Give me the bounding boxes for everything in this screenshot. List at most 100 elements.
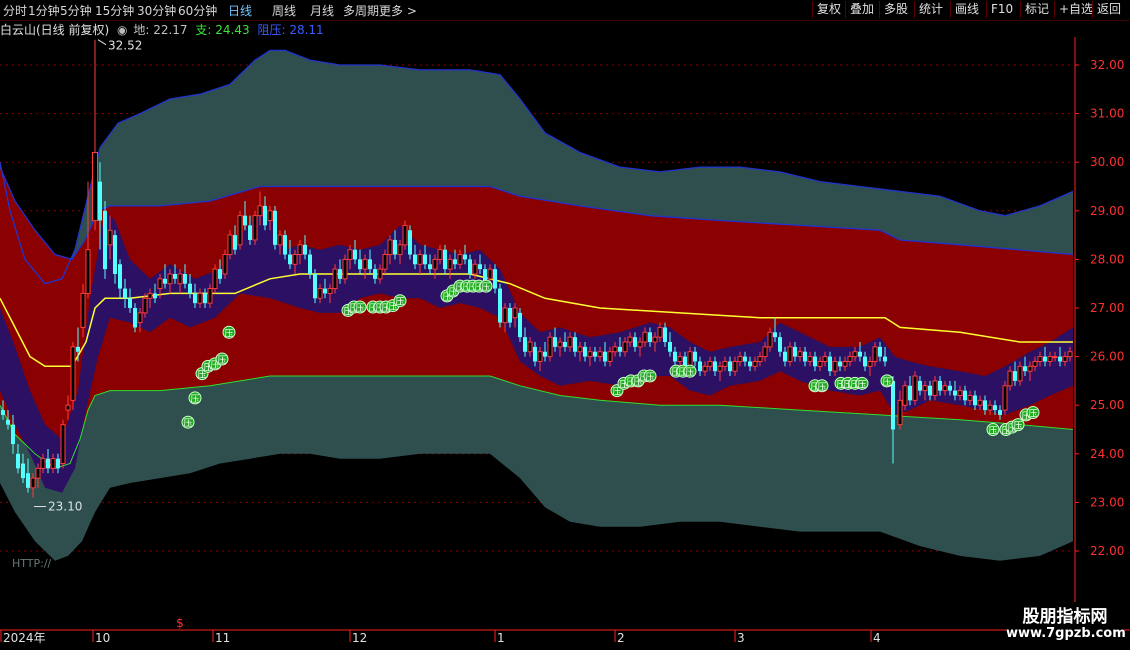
candle-body-193 (973, 395, 977, 406)
pressure-marker-label-36: 压 (857, 379, 866, 390)
pressure-marker-label-30: 压 (685, 367, 694, 378)
candle-body-88 (443, 249, 447, 270)
candle-body-84 (423, 254, 427, 265)
candle-body-41 (207, 288, 213, 304)
candle-body-71 (358, 259, 362, 270)
candle-body-146 (732, 360, 738, 372)
candle-body-37 (188, 283, 192, 294)
candle-body-59 (297, 244, 303, 256)
candle-body-47 (237, 215, 243, 246)
period-tab-7[interactable]: 周线 (272, 2, 296, 19)
period-tab-5[interactable]: 60分钟 (178, 2, 217, 19)
candle-body-53 (267, 210, 273, 222)
x-axis-label-5: 2 (617, 631, 625, 645)
candle-body-156 (783, 351, 787, 362)
y-tick-label-1: 31.00 (1090, 107, 1124, 121)
period-tab-8[interactable]: 月线 (310, 2, 334, 19)
candle-body-194 (977, 399, 983, 406)
settings-circle-icon[interactable]: ◉ (117, 23, 127, 37)
candle-body-211 (1062, 356, 1068, 362)
candle-body-13 (65, 404, 71, 411)
candle-body-18 (92, 151, 98, 222)
period-toolbar: 分时 1分钟 5分钟 15分钟 30分钟 60分钟 日线 周线 月线 多周期 更多 > 复权 叠加 多股统… (0, 0, 1130, 21)
candle-body-163 (817, 360, 823, 367)
candle-body-170 (852, 351, 858, 358)
toolbar-button-5[interactable]: F10 (986, 1, 1017, 18)
period-tab-0[interactable]: 分时 (3, 2, 27, 19)
toolbar-button-4[interactable]: 画线 (950, 1, 983, 18)
candle-body-44 (222, 254, 228, 275)
candle-body-91 (457, 254, 463, 265)
toolbar-button-6[interactable]: 标记 (1020, 1, 1053, 18)
toolbar-button-3[interactable]: 统计 (914, 1, 947, 18)
period-tab-10[interactable]: 更多 > (379, 2, 417, 19)
period-tab-6[interactable]: 日线 (228, 2, 252, 19)
candle-body-162 (813, 356, 817, 367)
kline-chart[interactable]: 32.00 31.00 30.00 29.00 28.00 27.00 26.00 25.00… (0, 37, 1130, 650)
pressure-marker-label-0: 压 (183, 418, 192, 429)
candle-body-143 (717, 365, 723, 372)
candle-body-33 (167, 273, 173, 285)
candle-body-109 (547, 336, 553, 358)
candle-body-206 (1037, 356, 1043, 362)
candle-body-74 (373, 269, 377, 279)
toolbar-button-2[interactable]: 多股 (879, 1, 912, 18)
candle-body-131 (657, 326, 663, 338)
toolbar-button-1[interactable]: 叠加 (845, 1, 878, 18)
period-tab-2[interactable]: 5分钟 (60, 2, 92, 19)
y-tick-label-10: 22.00 (1090, 544, 1124, 558)
candle-body-133 (668, 342, 672, 352)
di-value: 22.17 (153, 23, 188, 37)
candle-body-93 (468, 259, 472, 274)
toolbar-button-7[interactable]: +自选 (1054, 1, 1097, 18)
candle-body-6 (30, 477, 36, 489)
candle-body-159 (797, 351, 803, 358)
candle-body-124 (622, 341, 628, 353)
y-tick-label-7: 25.00 (1090, 398, 1124, 412)
candle-body-115 (577, 346, 583, 353)
candle-body-55 (277, 234, 283, 246)
period-tab-4[interactable]: 30分钟 (137, 2, 176, 19)
y-tick-label-6: 26.00 (1090, 350, 1124, 364)
candle-body-208 (1047, 356, 1053, 362)
candle-body-103 (518, 312, 522, 338)
pressure-marker-label-1: 压 (190, 394, 199, 405)
candle-body-95 (478, 264, 482, 270)
candle-body-45 (227, 234, 233, 256)
candle-body-196 (987, 404, 993, 411)
candle-body-173 (867, 360, 873, 367)
candle-body-186 (938, 380, 942, 391)
candle-body-155 (778, 337, 782, 352)
candle-body-161 (807, 356, 813, 362)
candle-body-98 (493, 269, 497, 289)
candle-body-203 (1023, 366, 1027, 372)
candle-body-198 (998, 410, 1002, 415)
http-label: HTTP:// (12, 557, 52, 570)
candle-body-9 (46, 458, 50, 469)
candle-body-174 (872, 346, 878, 362)
candle-body-145 (728, 361, 732, 372)
candle-body-167 (838, 361, 842, 367)
candle-body-86 (432, 258, 438, 270)
period-tab-9[interactable]: 多周期 (343, 2, 379, 19)
period-tab-1[interactable]: 1分钟 (28, 2, 60, 19)
candle-body-190 (957, 390, 963, 396)
pressure-marker-label-6: 压 (224, 328, 233, 339)
period-tab-3[interactable]: 15分钟 (95, 2, 134, 19)
candle-body-181 (912, 375, 918, 401)
pressure-marker-label-43: 压 (1028, 408, 1037, 419)
candle-body-85 (428, 264, 432, 270)
candle-body-15 (76, 346, 80, 352)
candle-body-61 (308, 254, 312, 274)
toolbar-button-0[interactable]: 复权 (812, 1, 845, 18)
pressure-marker-label-38: 压 (988, 426, 997, 437)
candle-body-39 (197, 292, 203, 304)
candle-body-31 (157, 278, 163, 290)
candle-body-50 (252, 215, 258, 241)
toolbar-button-8[interactable]: 返回 (1092, 1, 1125, 18)
stock-title[interactable]: 白云山(日线 前复权) (0, 23, 109, 37)
candle-body-17 (85, 249, 91, 294)
candle-body-62 (313, 273, 317, 299)
candle-body-185 (932, 380, 938, 396)
candle-body-191 (963, 390, 967, 401)
